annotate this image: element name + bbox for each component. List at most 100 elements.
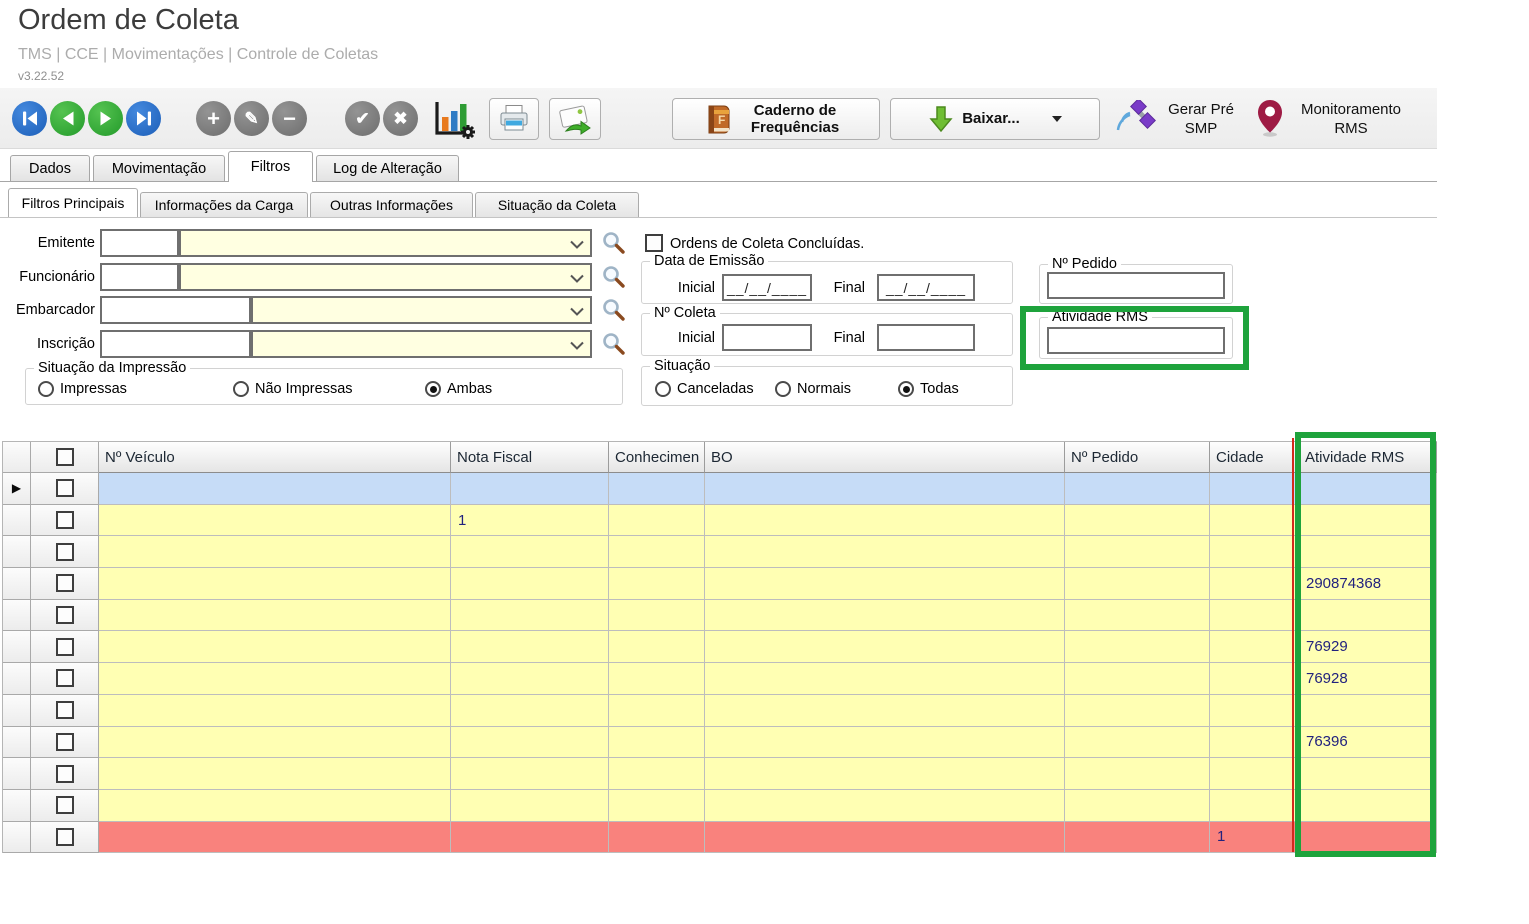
grid-cell-bo[interactable] [705, 536, 1065, 568]
row-checkbox[interactable] [56, 796, 74, 814]
grid-cell-conhecimento[interactable] [609, 568, 705, 600]
export-button[interactable] [549, 98, 601, 140]
embarcador-combo[interactable] [251, 296, 592, 324]
grid-cell-nota_fiscal[interactable] [451, 758, 609, 790]
grid-row[interactable]: 76929 [3, 631, 1437, 663]
grid-cell-veiculo[interactable] [99, 600, 451, 632]
grid-cell-nota_fiscal[interactable] [451, 695, 609, 727]
grid-cell-nota_fiscal[interactable] [451, 568, 609, 600]
tab-dados[interactable]: Dados [10, 155, 90, 181]
row-checkbox[interactable] [56, 701, 74, 719]
grid-cell-cidade[interactable] [1210, 727, 1299, 759]
tab-filtros[interactable]: Filtros [228, 151, 313, 182]
gerar-pre-smp-button[interactable] [1114, 100, 1158, 143]
grid-cell-atividade_rms[interactable] [1299, 822, 1437, 854]
grid-cell-conhecimento[interactable] [609, 631, 705, 663]
grid-cell-cidade[interactable] [1210, 631, 1299, 663]
add-button[interactable]: + [196, 101, 231, 136]
grid-header-atividade_rms[interactable]: Atividade RMS [1299, 442, 1437, 473]
grid-row[interactable] [3, 600, 1437, 632]
embarcador-code-input[interactable] [100, 296, 251, 324]
grid-cell-pedido[interactable] [1065, 790, 1210, 822]
grid-cell-pedido[interactable] [1065, 536, 1210, 568]
row-checkbox[interactable] [56, 828, 74, 846]
nav-last-button[interactable] [126, 101, 161, 136]
grid-row[interactable] [3, 758, 1437, 790]
grid-header-conhecimento[interactable]: Conhecimen [609, 442, 705, 473]
coleta-final-input[interactable] [877, 324, 975, 351]
grid-cell-bo[interactable] [705, 727, 1065, 759]
row-selector[interactable] [3, 536, 31, 568]
grid-cell-veiculo[interactable] [99, 695, 451, 727]
grid-cell-pedido[interactable] [1065, 822, 1210, 854]
radio-todas[interactable]: Todas [898, 381, 959, 397]
grid-cell-pedido[interactable] [1065, 568, 1210, 600]
row-checkbox[interactable] [56, 765, 74, 783]
row-checkbox[interactable] [56, 606, 74, 624]
grid-header-chk[interactable] [31, 442, 99, 473]
grid-cell-cidade[interactable] [1210, 695, 1299, 727]
emitente-search-button[interactable] [600, 230, 626, 256]
grid-cell-cidade[interactable] [1210, 473, 1299, 505]
grid-header-bo[interactable]: BO [705, 442, 1065, 473]
grid-cell-conhecimento[interactable] [609, 600, 705, 632]
grid-cell-veiculo[interactable] [99, 727, 451, 759]
grid-cell-cidade[interactable]: 1 [1210, 822, 1299, 854]
tab-log-alteracao[interactable]: Log de Alteração [316, 155, 459, 181]
grid-row[interactable]: 1 [3, 505, 1437, 537]
row-selector[interactable] [3, 790, 31, 822]
coleta-inicial-input[interactable] [722, 324, 812, 351]
row-checkbox[interactable] [56, 638, 74, 656]
emitente-code-input[interactable] [100, 229, 179, 257]
grid-cell-nota_fiscal[interactable] [451, 600, 609, 632]
grid-cell-atividade_rms[interactable] [1299, 505, 1437, 537]
radio-canceladas[interactable]: Canceladas [655, 381, 754, 397]
grid-cell-veiculo[interactable] [99, 790, 451, 822]
grid-cell-bo[interactable] [705, 568, 1065, 600]
grid-cell-atividade_rms[interactable]: 76396 [1299, 727, 1437, 759]
row-checkbox[interactable] [56, 574, 74, 592]
delete-button[interactable]: − [272, 101, 307, 136]
inscricao-search-button[interactable] [600, 331, 626, 357]
subtab-situacao-coleta[interactable]: Situação da Coleta [475, 192, 639, 217]
select-all-checkbox[interactable] [56, 448, 74, 466]
grid-row[interactable] [3, 790, 1437, 822]
grid-cell-conhecimento[interactable] [609, 663, 705, 695]
subtab-outras-informacoes[interactable]: Outras Informações [310, 192, 473, 217]
grid-cell-bo[interactable] [705, 790, 1065, 822]
radio-impressas[interactable]: Impressas [38, 381, 127, 397]
grid-cell-pedido[interactable] [1065, 758, 1210, 790]
grid-cell-veiculo[interactable] [99, 568, 451, 600]
row-checkbox[interactable] [56, 543, 74, 561]
grid-cell-nota_fiscal[interactable] [451, 790, 609, 822]
confirm-button[interactable]: ✔ [345, 101, 380, 136]
row-selector[interactable] [3, 663, 31, 695]
grid-cell-conhecimento[interactable] [609, 790, 705, 822]
grid-row[interactable]: 76396 [3, 727, 1437, 759]
grid-cell-nota_fiscal[interactable] [451, 822, 609, 854]
grid-header-nota_fiscal[interactable]: Nota Fiscal [451, 442, 609, 473]
no-pedido-input[interactable] [1047, 272, 1225, 299]
row-selector[interactable]: ▶ [3, 473, 31, 505]
grid-cell-cidade[interactable] [1210, 758, 1299, 790]
funcionario-combo[interactable] [179, 263, 592, 291]
grid-cell-pedido[interactable] [1065, 695, 1210, 727]
grid-cell-cidade[interactable] [1210, 536, 1299, 568]
grid-cell-conhecimento[interactable] [609, 695, 705, 727]
grid-cell-conhecimento[interactable] [609, 758, 705, 790]
grid-cell-cidade[interactable] [1210, 663, 1299, 695]
subtab-informacoes-carga[interactable]: Informações da Carga [140, 192, 308, 217]
grid-cell-atividade_rms[interactable] [1299, 695, 1437, 727]
row-selector[interactable] [3, 505, 31, 537]
grid-row[interactable]: 1 [3, 822, 1437, 854]
grid-cell-cidade[interactable] [1210, 790, 1299, 822]
grid-header-selector[interactable] [3, 442, 31, 473]
grid-row[interactable] [3, 536, 1437, 568]
nav-next-button[interactable] [88, 101, 123, 136]
grid-cell-bo[interactable] [705, 505, 1065, 537]
print-button[interactable] [489, 98, 539, 140]
subtab-filtros-principais[interactable]: Filtros Principais [8, 188, 138, 217]
row-selector[interactable] [3, 822, 31, 854]
grid-cell-atividade_rms[interactable] [1299, 790, 1437, 822]
grid-cell-atividade_rms[interactable]: 76928 [1299, 663, 1437, 695]
